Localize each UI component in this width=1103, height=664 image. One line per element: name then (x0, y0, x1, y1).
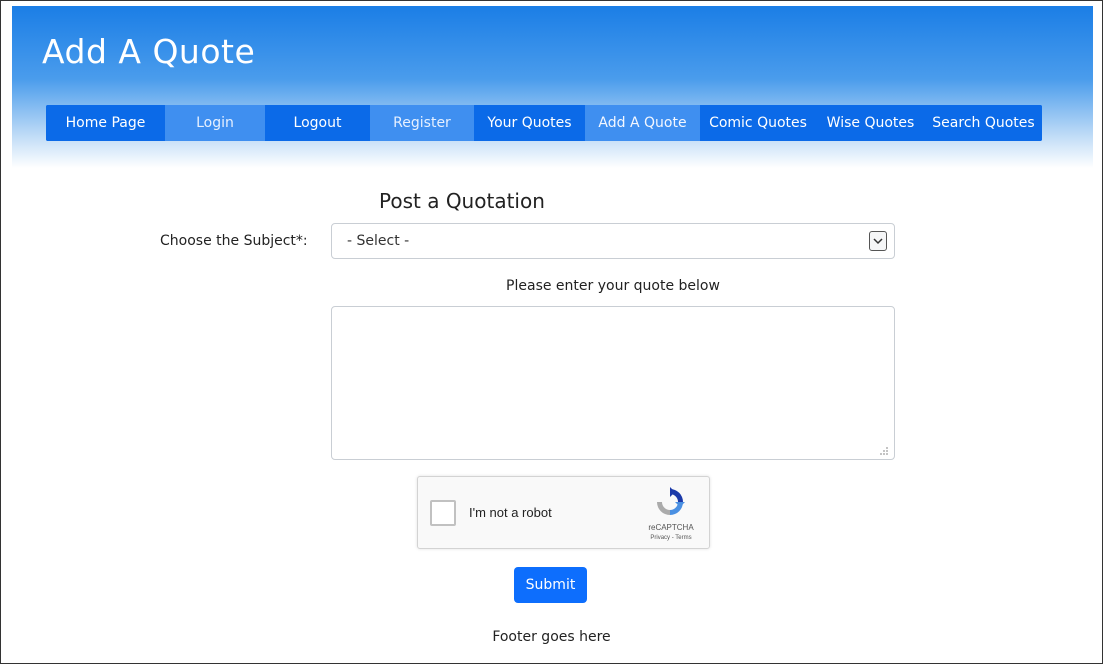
recaptcha-widget: I'm not a robot reCAPTCHA Privacy - Term… (417, 476, 710, 549)
subject-select-value: - Select - (347, 233, 410, 249)
recaptcha-privacy-terms-link[interactable]: Privacy - Terms (640, 535, 702, 541)
form-title: Post a Quotation (379, 189, 545, 213)
quote-prompt: Please enter your quote below (506, 278, 720, 294)
recaptcha-checkbox[interactable] (430, 500, 456, 526)
quote-textarea[interactable] (331, 306, 895, 460)
footer-text: Footer goes here (492, 629, 611, 645)
chevron-down-icon[interactable] (869, 231, 887, 251)
recaptcha-brand: reCAPTCHA (648, 523, 694, 532)
subject-label: Choose the Subject*: (160, 233, 308, 249)
recaptcha-logo-icon (657, 487, 685, 515)
subject-select[interactable]: - Select - (331, 223, 895, 259)
submit-button[interactable]: Submit (514, 567, 587, 603)
resize-grip-icon[interactable] (877, 444, 889, 456)
main-content: Post a Quotation Choose the Subject*: - … (0, 0, 1103, 664)
recaptcha-label: I'm not a robot (469, 505, 552, 520)
